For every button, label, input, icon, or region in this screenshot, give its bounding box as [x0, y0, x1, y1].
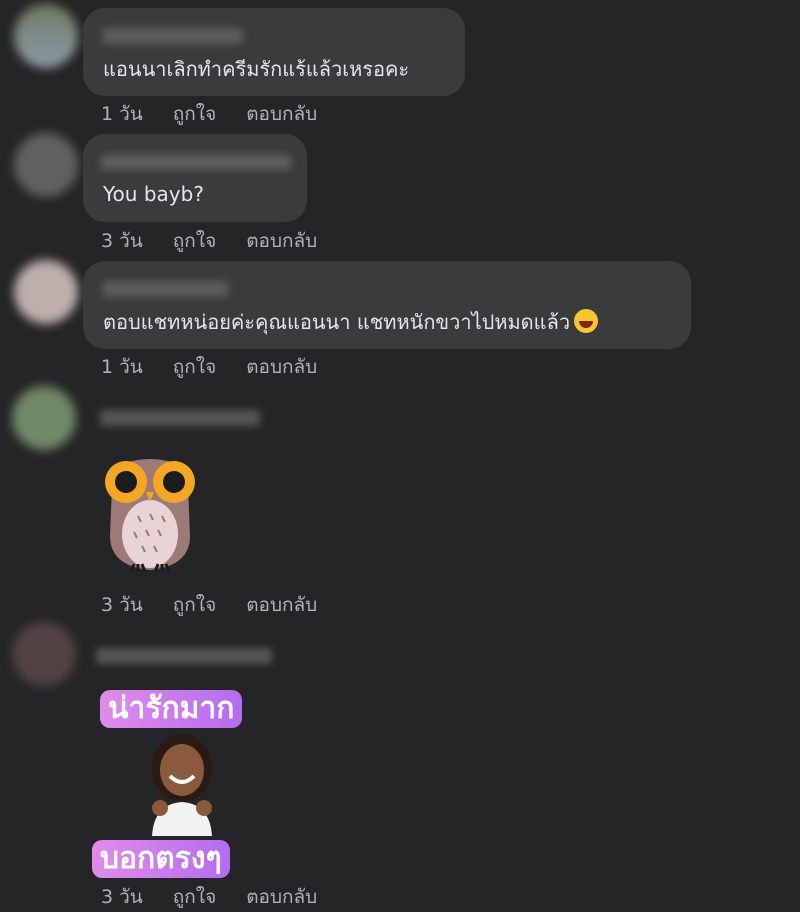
- commenter-name[interactable]: [103, 281, 228, 297]
- avatar[interactable]: [12, 386, 76, 450]
- comment-actions: 1 วัน ถูกใจ ตอบกลับ: [101, 352, 317, 382]
- reply-button[interactable]: ตอบกลับ: [246, 99, 317, 129]
- like-button[interactable]: ถูกใจ: [173, 99, 216, 129]
- commenter-name[interactable]: [100, 410, 260, 426]
- owl-icon: [105, 459, 195, 573]
- avatar[interactable]: [14, 133, 78, 197]
- avatar[interactable]: [14, 4, 78, 68]
- reply-button[interactable]: ตอบกลับ: [246, 226, 317, 256]
- comment-actions: 1 วัน ถูกใจ ตอบกลับ: [101, 99, 317, 129]
- comment-text: You bayb?: [103, 182, 204, 206]
- comment-text: ตอบแชทหน่อยค่ะคุณแอนนา แชทหนักขวาไปหมดแล…: [103, 309, 599, 335]
- commenter-name[interactable]: [96, 648, 272, 664]
- like-button[interactable]: ถูกใจ: [173, 352, 216, 382]
- like-button[interactable]: ถูกใจ: [173, 226, 216, 256]
- commenter-name[interactable]: [103, 28, 243, 44]
- cute-girl-sticker[interactable]: น่ารักมาก บอกตรงๆ: [92, 686, 272, 882]
- comment-time[interactable]: 1 วัน: [101, 99, 143, 129]
- comment-actions: 3 วัน ถูกใจ ตอบกลับ: [101, 882, 317, 912]
- comment-bubble: ตอบแชทหน่อยค่ะคุณแอนนา แชทหนักขวาไปหมดแล…: [83, 261, 691, 349]
- avatar[interactable]: [14, 260, 78, 324]
- reply-button[interactable]: ตอบกลับ: [246, 590, 317, 620]
- like-button[interactable]: ถูกใจ: [173, 882, 216, 912]
- commenter-name[interactable]: [101, 154, 291, 170]
- laughing-emoji-icon: [574, 309, 599, 333]
- comment-time[interactable]: 3 วัน: [101, 226, 143, 256]
- comment-actions: 3 วัน ถูกใจ ตอบกลับ: [101, 226, 317, 256]
- reply-button[interactable]: ตอบกลับ: [246, 352, 317, 382]
- girl-character-icon: [152, 734, 212, 836]
- comment-actions: 3 วัน ถูกใจ ตอบกลับ: [101, 590, 317, 620]
- comment-bubble: แอนนาเลิกทำครีมรักแร้แล้วเหรอคะ: [83, 8, 465, 96]
- comment-text-content: ตอบแชทหน่อยค่ะคุณแอนนา แชทหนักขวาไปหมดแล…: [103, 310, 571, 334]
- comment-time[interactable]: 1 วัน: [101, 352, 143, 382]
- comment-time[interactable]: 3 วัน: [101, 590, 143, 620]
- comment-bubble: You bayb?: [83, 134, 307, 222]
- reply-button[interactable]: ตอบกลับ: [246, 882, 317, 912]
- like-button[interactable]: ถูกใจ: [173, 590, 216, 620]
- sticker-top-text: น่ารักมาก: [100, 690, 243, 728]
- comment-text: แอนนาเลิกทำครีมรักแร้แล้วเหรอคะ: [103, 57, 410, 81]
- comment-time[interactable]: 3 วัน: [101, 882, 143, 912]
- avatar[interactable]: [12, 622, 76, 686]
- owl-sticker[interactable]: [98, 456, 202, 576]
- sticker-bottom-text: บอกตรงๆ: [92, 840, 230, 878]
